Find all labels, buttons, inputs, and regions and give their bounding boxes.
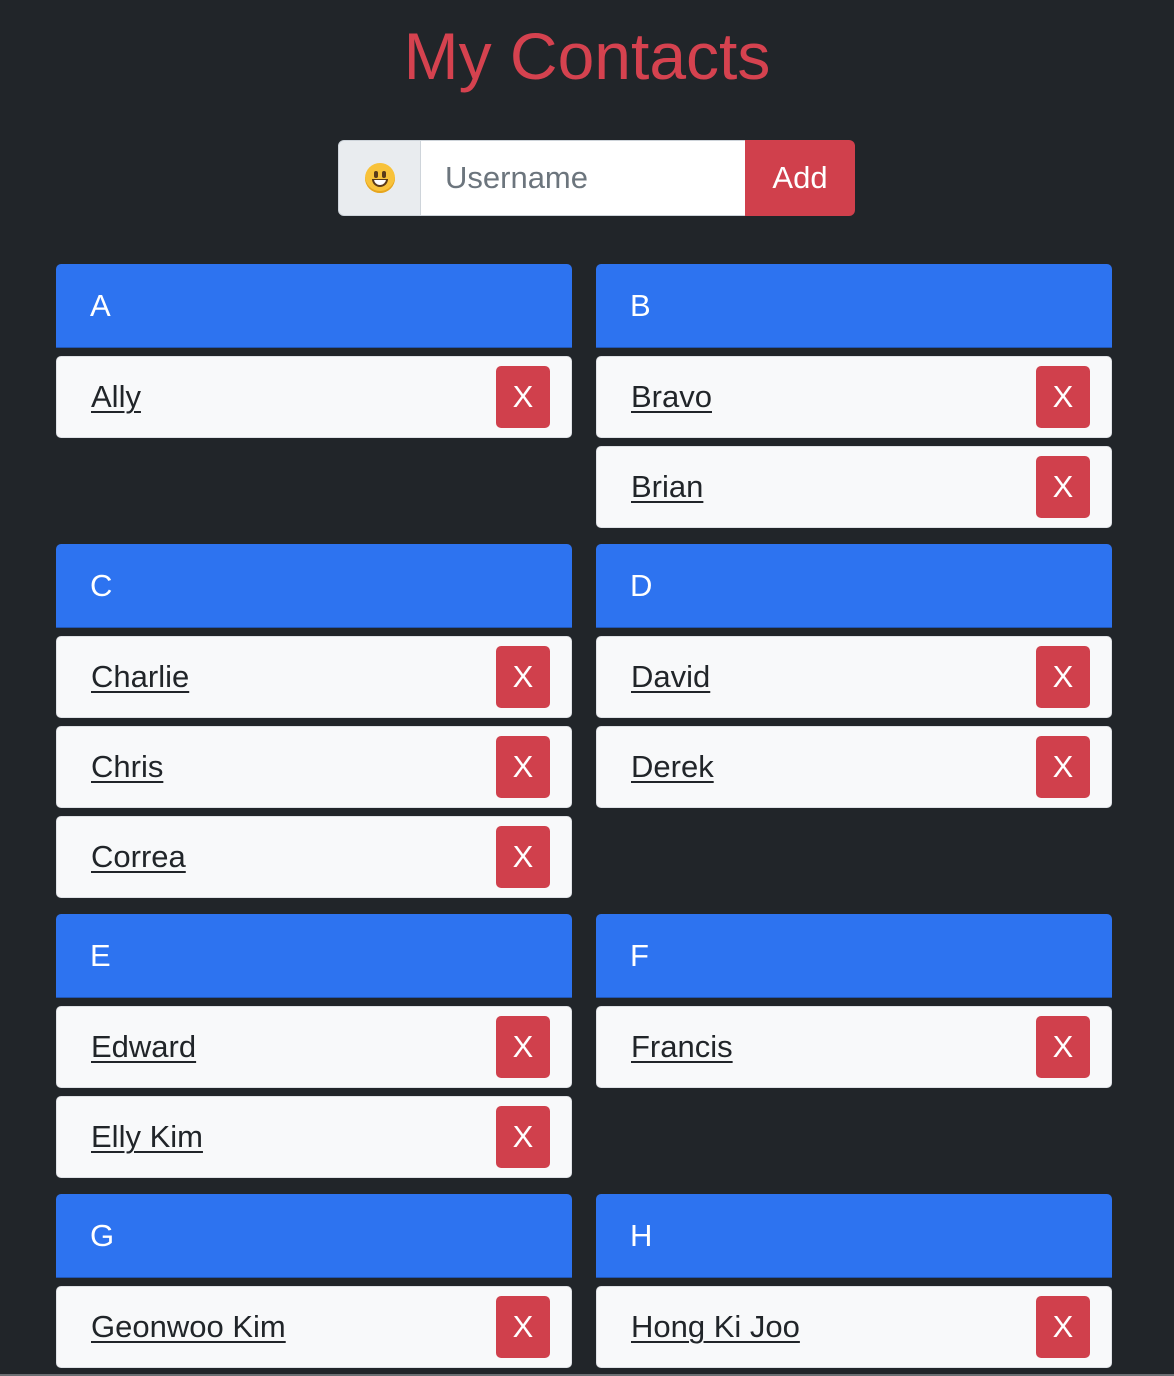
group-header: D [596, 544, 1112, 628]
contact-item: Hong Ki Joo X [596, 1286, 1112, 1368]
contact-name-link[interactable]: Bravo [631, 379, 712, 415]
delete-contact-button[interactable]: X [1036, 456, 1090, 518]
delete-contact-button[interactable]: X [1036, 646, 1090, 708]
delete-contact-button[interactable]: X [1036, 366, 1090, 428]
contact-name-link[interactable]: Hong Ki Joo [631, 1309, 800, 1345]
contact-group: F Francis X [596, 914, 1112, 1088]
delete-contact-button[interactable]: X [496, 826, 550, 888]
smiley-icon [364, 163, 395, 193]
delete-contact-button[interactable]: X [496, 646, 550, 708]
add-contact-form: Add [338, 140, 855, 216]
delete-contact-button[interactable]: X [1036, 1296, 1090, 1358]
contact-name-link[interactable]: Brian [631, 469, 703, 505]
delete-contact-button[interactable]: X [496, 1106, 550, 1168]
contact-name-link[interactable]: Ally [91, 379, 141, 415]
group-header: F [596, 914, 1112, 998]
contact-name-link[interactable]: Charlie [91, 659, 189, 695]
delete-contact-button[interactable]: X [496, 366, 550, 428]
contact-item: Charlie X [56, 636, 572, 718]
contact-name-link[interactable]: Correa [91, 839, 186, 875]
contact-name-link[interactable]: Edward [91, 1029, 196, 1065]
contact-group: A Ally X [56, 264, 572, 438]
contact-item: Derek X [596, 726, 1112, 808]
contact-name-link[interactable]: Elly Kim [91, 1119, 203, 1155]
contact-item: Geonwoo Kim X [56, 1286, 572, 1368]
contact-name-link[interactable]: Chris [91, 749, 163, 785]
contact-group: B Bravo X Brian X [596, 264, 1112, 528]
delete-contact-button[interactable]: X [496, 1016, 550, 1078]
contact-group: C Charlie X Chris X Correa X [56, 544, 572, 898]
delete-contact-button[interactable]: X [1036, 1016, 1090, 1078]
contact-group: H Hong Ki Joo X [596, 1194, 1112, 1368]
delete-contact-button[interactable]: X [496, 1296, 550, 1358]
contact-item: Correa X [56, 816, 572, 898]
contact-item: Ally X [56, 356, 572, 438]
contact-item: Chris X [56, 726, 572, 808]
group-header: E [56, 914, 572, 998]
add-button[interactable]: Add [745, 140, 855, 216]
contacts-page: My Contacts Add AAllyXBBravoXBrianXCChar… [0, 0, 1174, 1376]
page-title: My Contacts [403, 19, 771, 93]
group-header: G [56, 1194, 572, 1278]
emoji-addon [338, 140, 421, 216]
contact-item: David X [596, 636, 1112, 718]
group-header: C [56, 544, 572, 628]
contact-item: Francis X [596, 1006, 1112, 1088]
contact-group: E Edward X Elly Kim X [56, 914, 572, 1178]
contact-name-link[interactable]: David [631, 659, 710, 695]
delete-contact-button[interactable]: X [496, 736, 550, 798]
contact-name-link[interactable]: Derek [631, 749, 714, 785]
group-header: H [596, 1194, 1112, 1278]
delete-contact-button[interactable]: X [1036, 736, 1090, 798]
username-input[interactable] [421, 140, 745, 216]
contact-group: G Geonwoo Kim X [56, 1194, 572, 1368]
contact-name-link[interactable]: Francis [631, 1029, 733, 1065]
contact-groups-grid: A Ally X B Bravo X Brian X C Charlie X Chris X Correa… [56, 264, 1112, 1368]
contact-item: Edward X [56, 1006, 572, 1088]
group-header: A [56, 264, 572, 348]
contact-item: Bravo X [596, 356, 1112, 438]
group-header: B [596, 264, 1112, 348]
contact-group: D David X Derek X [596, 544, 1112, 808]
contact-name-link[interactable]: Geonwoo Kim [91, 1309, 286, 1345]
contact-item: Brian X [596, 446, 1112, 528]
contact-item: Elly Kim X [56, 1096, 572, 1178]
